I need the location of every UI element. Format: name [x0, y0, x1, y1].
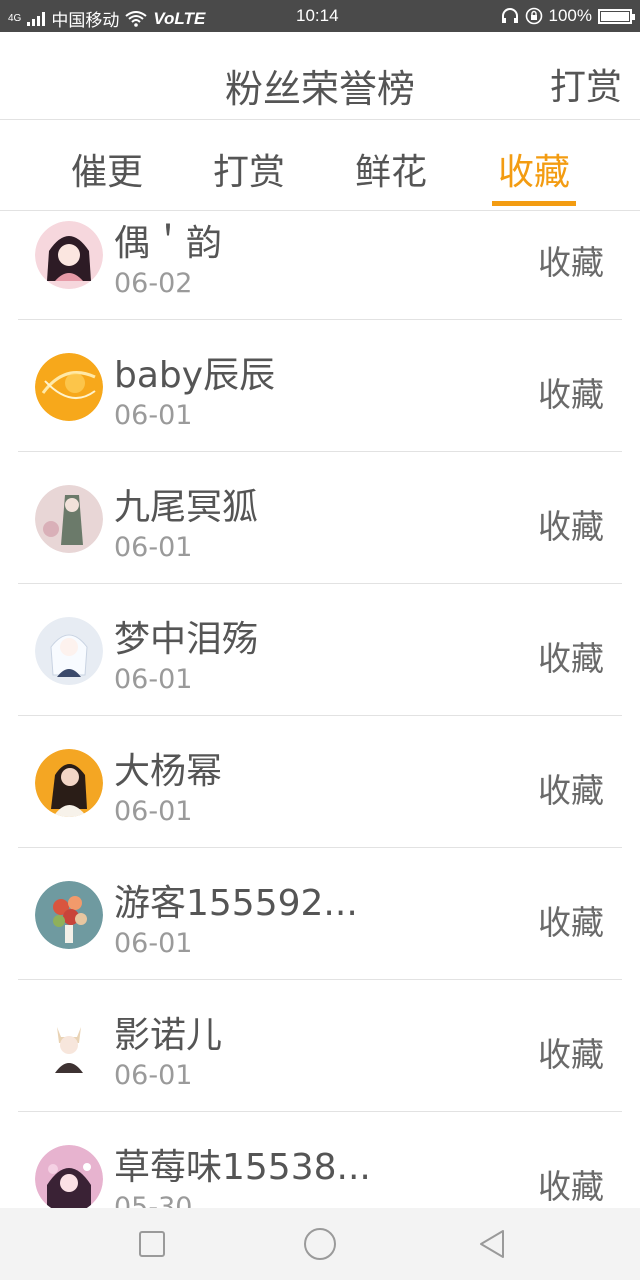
user-name: 偶＇韵 [114, 223, 223, 264]
user-name: 游客155592... [114, 883, 358, 924]
signal-icon [27, 11, 46, 26]
carrier-name: 中国移动 [51, 11, 120, 30]
back-button[interactable] [476, 1228, 508, 1260]
page-title: 粉丝荣誉榜 [224, 67, 415, 111]
tab-underline [492, 201, 576, 206]
avatar-flowers-icon [35, 881, 103, 949]
avatar-white-hair-girl-icon [35, 617, 103, 685]
list-item[interactable]: 九尾冥狐 06-01 收藏 [18, 452, 622, 584]
user-date: 06-01 [114, 532, 193, 563]
tab-flowers[interactable]: 鲜花 [331, 143, 451, 195]
user-date: 06-01 [114, 928, 193, 959]
user-name: 草莓味15538... [114, 1147, 371, 1188]
user-name: 梦中泪殇 [114, 619, 259, 660]
network-type: 4G [8, 13, 22, 24]
tab-favorites[interactable]: 收藏 [474, 143, 594, 206]
status-left: 4G 中国移动 VoLTE [8, 6, 205, 31]
avatar-pink-anime-icon [35, 1145, 103, 1208]
tab-label: 鲜花 [354, 152, 427, 193]
tab-label: 催更 [70, 152, 143, 193]
fan-list[interactable]: 偶＇韵 06-02 收藏 baby辰辰 06-01 收藏 九尾冥狐 06-01 … [0, 212, 640, 1208]
action-label: 收藏 [538, 1167, 604, 1206]
user-name: 大杨幂 [114, 751, 223, 792]
avatar-orange-swirl-icon [35, 353, 103, 421]
tab-label: 收藏 [497, 152, 570, 193]
status-right: 100% [501, 6, 635, 26]
action-label: 收藏 [538, 507, 604, 546]
status-time: 10:14 [296, 6, 339, 25]
list-item[interactable]: 草莓味15538... 05-30 收藏 [18, 1112, 622, 1208]
user-date: 06-01 [114, 664, 193, 695]
user-name: 影诺儿 [114, 1015, 223, 1056]
list-item[interactable]: 大杨幂 06-01 收藏 [18, 716, 622, 848]
avatar-photo-girl-icon [35, 749, 103, 817]
user-name: 九尾冥狐 [114, 487, 259, 528]
avatar-cat-girl-icon [35, 1013, 103, 1081]
recent-apps-button[interactable] [136, 1228, 168, 1260]
avatar-anime-girl-icon [35, 221, 103, 289]
battery-icon [598, 8, 635, 24]
list-item[interactable]: 梦中泪殇 06-01 收藏 [18, 584, 622, 716]
tab-bar: 催更 打赏 鲜花 收藏 [0, 121, 640, 211]
system-nav-bar [0, 1208, 640, 1280]
tab-reward[interactable]: 打赏 [189, 143, 309, 195]
battery-level: 100% [548, 6, 592, 25]
rotation-lock-icon [525, 7, 542, 25]
wifi-icon [125, 10, 147, 27]
action-label: 收藏 [538, 375, 604, 414]
avatar-illustration-icon [35, 485, 103, 553]
tab-label: 打赏 [212, 152, 285, 193]
user-name: baby辰辰 [114, 355, 276, 396]
user-date: 06-02 [114, 268, 193, 299]
action-label: 收藏 [538, 903, 604, 942]
action-label: 收藏 [538, 771, 604, 810]
tab-urge[interactable]: 催更 [47, 143, 167, 195]
list-item[interactable]: 影诺儿 06-01 收藏 [18, 980, 622, 1112]
headphones-icon [501, 8, 518, 23]
app-header: 粉丝荣誉榜 打赏 [0, 32, 640, 120]
list-item[interactable]: baby辰辰 06-01 收藏 [18, 320, 622, 452]
user-date: 06-01 [114, 796, 193, 827]
action-label: 收藏 [538, 243, 604, 282]
action-label: 收藏 [538, 1035, 604, 1074]
home-button[interactable] [302, 1226, 338, 1262]
list-item[interactable]: 偶＇韵 06-02 收藏 [18, 212, 622, 320]
user-date: 06-01 [114, 400, 193, 431]
list-item[interactable]: 游客155592... 06-01 收藏 [18, 848, 622, 980]
volte-indicator: VoLTE [153, 8, 206, 28]
action-label: 收藏 [538, 639, 604, 678]
user-date: 05-30 [114, 1192, 193, 1208]
status-bar: 4G 中国移动 VoLTE 10:14 100% [0, 0, 640, 32]
reward-button[interactable]: 打赏 [550, 58, 622, 110]
user-date: 06-01 [114, 1060, 193, 1091]
